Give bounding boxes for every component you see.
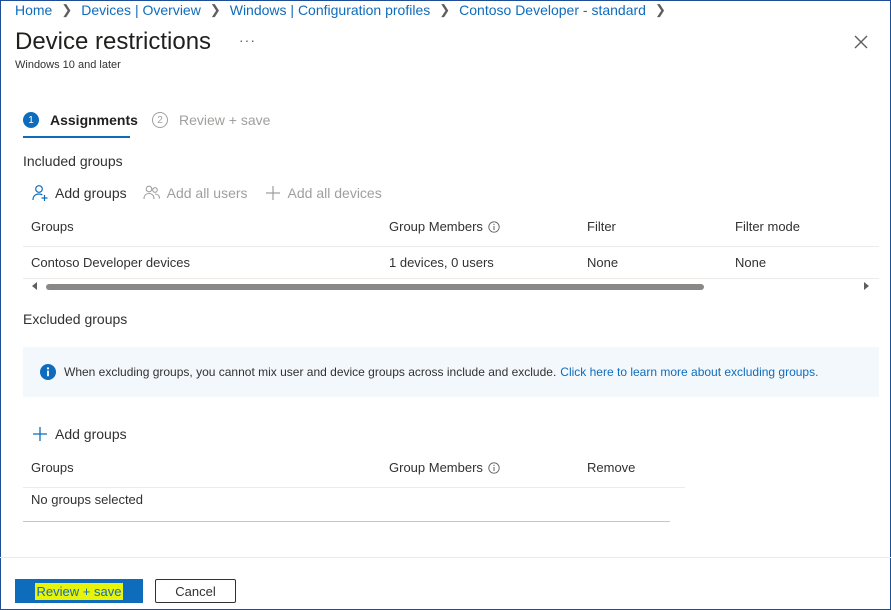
breadcrumb-contoso-developer-standard[interactable]: Contoso Developer - standard bbox=[459, 2, 646, 18]
breadcrumb-home[interactable]: Home bbox=[15, 2, 52, 18]
scroll-right-icon[interactable] bbox=[864, 282, 869, 290]
plus-icon bbox=[265, 186, 280, 200]
excluded-groups-toolbar: Add groups bbox=[31, 425, 143, 443]
add-user-icon bbox=[32, 185, 48, 201]
step-label-assignments: Assignments bbox=[50, 112, 138, 128]
chevron-right-icon: ❯ bbox=[209, 2, 221, 17]
info-banner-text: When excluding groups, you cannot mix us… bbox=[64, 365, 557, 379]
column-header-filter: Filter bbox=[587, 219, 616, 234]
info-icon[interactable] bbox=[488, 220, 500, 233]
breadcrumb-devices-overview[interactable]: Devices | Overview bbox=[81, 2, 201, 18]
page-title: Device restrictions bbox=[15, 28, 212, 55]
step-number-2: 2 bbox=[152, 112, 168, 128]
no-groups-text: No groups selected bbox=[31, 492, 144, 507]
page-subtitle: Windows 10 and later bbox=[15, 59, 121, 71]
column-header-remove: Remove bbox=[587, 460, 636, 475]
review-save-label: Review + save bbox=[34, 582, 124, 600]
close-icon[interactable] bbox=[852, 33, 870, 51]
step-number-1: 1 bbox=[23, 112, 39, 128]
cell-filter: None bbox=[587, 255, 619, 270]
tab-assignments[interactable]: 1 Assignments bbox=[23, 112, 138, 128]
column-header-filter-mode: Filter mode bbox=[735, 219, 801, 234]
included-table-header: Groups Group Members Filter Filter mode bbox=[0, 219, 891, 239]
divider bbox=[23, 487, 685, 488]
column-header-groups: Groups bbox=[31, 219, 74, 234]
blade-frame bbox=[0, 0, 891, 610]
cancel-button[interactable]: Cancel bbox=[155, 579, 236, 603]
excluded-groups-title: Excluded groups bbox=[23, 311, 128, 327]
add-groups-label: Add groups bbox=[55, 185, 127, 201]
add-all-devices-label: Add all devices bbox=[287, 185, 382, 201]
excluded-table-header: Groups Group Members Remove bbox=[0, 460, 891, 480]
breadcrumb: Home ❯ Devices | Overview ❯ Windows | Co… bbox=[15, 1, 675, 19]
divider bbox=[23, 246, 879, 247]
add-excluded-groups-label: Add groups bbox=[55, 426, 127, 442]
active-tab-indicator bbox=[23, 136, 130, 138]
column-header-group-members-label: Group Members bbox=[389, 219, 483, 234]
column-header-group-members-label: Group Members bbox=[389, 460, 483, 475]
add-excluded-groups-button[interactable]: Add groups bbox=[31, 425, 127, 443]
empty-state-row: No groups selected bbox=[0, 492, 891, 512]
column-header-groups: Groups bbox=[31, 460, 74, 475]
plus-icon bbox=[33, 427, 47, 441]
cell-filter-mode: None bbox=[735, 255, 767, 270]
scrollbar-thumb[interactable] bbox=[46, 284, 704, 290]
column-header-group-members: Group Members bbox=[389, 219, 500, 234]
chevron-right-icon: ❯ bbox=[61, 2, 73, 17]
included-groups-title: Included groups bbox=[23, 153, 123, 169]
footer-divider bbox=[0, 557, 891, 558]
add-all-users-button[interactable]: Add all users bbox=[143, 184, 248, 202]
horizontal-scrollbar[interactable] bbox=[23, 279, 879, 293]
breadcrumb-windows-configuration-profiles[interactable]: Windows | Configuration profiles bbox=[230, 2, 431, 18]
add-all-users-label: Add all users bbox=[166, 185, 248, 201]
divider bbox=[23, 521, 670, 522]
add-all-devices-button[interactable]: Add all devices bbox=[264, 184, 382, 202]
exclusion-info-banner: When excluding groups, you cannot mix us… bbox=[23, 347, 879, 397]
info-icon[interactable] bbox=[488, 461, 500, 474]
more-icon[interactable]: ··· bbox=[239, 32, 256, 48]
tab-review-save[interactable]: 2 Review + save bbox=[152, 112, 270, 128]
info-icon bbox=[40, 364, 56, 380]
scroll-left-icon[interactable] bbox=[32, 282, 37, 290]
column-header-group-members: Group Members bbox=[389, 460, 500, 475]
chevron-right-icon: ❯ bbox=[439, 2, 451, 17]
chevron-right-icon: ❯ bbox=[654, 2, 666, 17]
learn-more-link[interactable]: Click here to learn more about excluding… bbox=[560, 365, 818, 379]
table-row[interactable]: Contoso Developer devices 1 devices, 0 u… bbox=[0, 255, 891, 275]
add-users-icon bbox=[143, 185, 160, 200]
step-label-review-save: Review + save bbox=[179, 112, 271, 128]
included-groups-toolbar: Add groups Add all users Add all devices bbox=[31, 184, 398, 202]
cell-group-members: 1 devices, 0 users bbox=[389, 255, 494, 270]
add-groups-button[interactable]: Add groups bbox=[31, 184, 127, 202]
cell-group: Contoso Developer devices bbox=[31, 255, 190, 270]
review-save-button[interactable]: Review + save bbox=[15, 579, 143, 603]
